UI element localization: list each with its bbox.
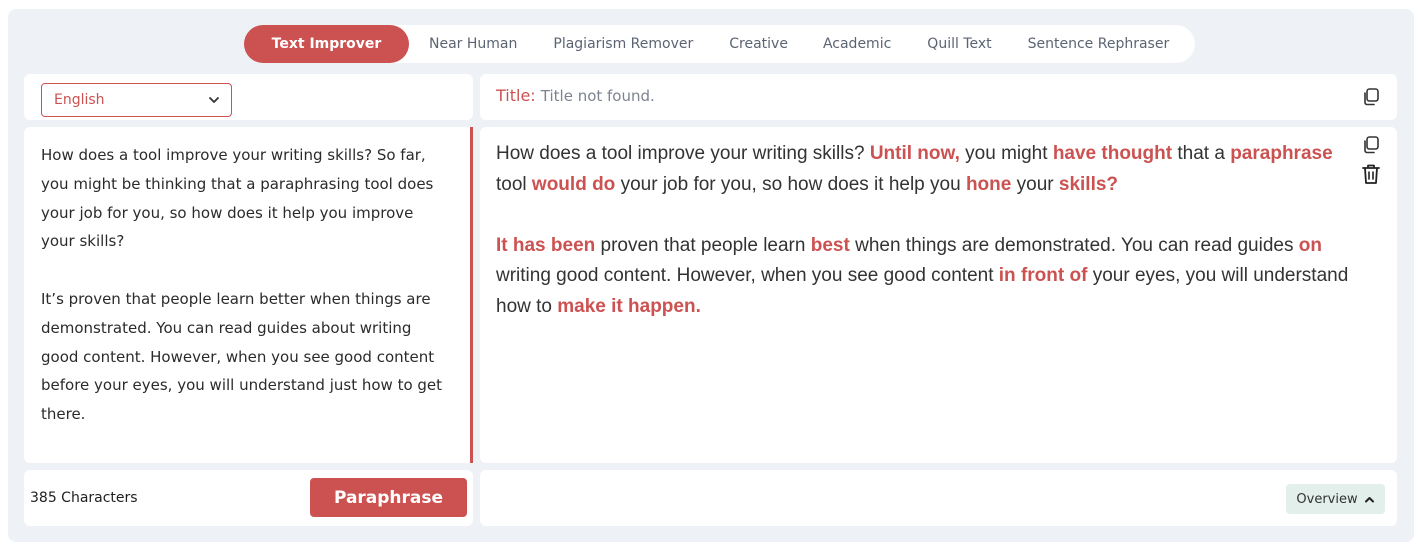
changed-phrase[interactable]: have thought xyxy=(1053,143,1172,164)
overview-button[interactable]: Overview xyxy=(1286,484,1385,514)
panel-divider xyxy=(470,127,473,463)
output-segment: when things are demonstrated. You can re… xyxy=(849,234,1299,256)
chevron-up-icon xyxy=(1364,494,1375,505)
output-segment: proven that people learn xyxy=(595,234,811,256)
output-segment: writing good content. However, when you … xyxy=(496,265,999,286)
language-select[interactable]: English xyxy=(41,83,232,117)
output-segment: your xyxy=(1011,173,1059,195)
mode-tabs: Text Improver Near Human Plagiarism Remo… xyxy=(244,25,1195,63)
tab-quill-text[interactable]: Quill Text xyxy=(927,25,991,63)
language-panel: English xyxy=(24,74,473,120)
trash-icon[interactable] xyxy=(1361,163,1381,185)
changed-phrase[interactable]: hone xyxy=(966,174,1011,195)
changed-phrase[interactable]: skills? xyxy=(1059,174,1118,195)
tab-academic[interactable]: Academic xyxy=(823,25,891,63)
output-paragraph: How does a tool improve your writing ski… xyxy=(496,139,1356,200)
output-footer: Overview xyxy=(480,470,1397,526)
tab-plagiarism-remover[interactable]: Plagiarism Remover xyxy=(553,25,693,63)
changed-phrase[interactable]: make it happen. xyxy=(557,296,701,317)
paraphraser-app: Text Improver Near Human Plagiarism Remo… xyxy=(8,9,1414,542)
input-paragraph: How does a tool improve your writing ski… xyxy=(41,146,434,251)
changed-phrase[interactable]: paraphrase xyxy=(1230,143,1332,164)
changed-phrase[interactable]: would do xyxy=(532,174,615,195)
character-count: 385 Characters xyxy=(30,490,138,506)
title-panel: Title: Title not found. xyxy=(480,74,1397,120)
language-selected-value: English xyxy=(54,92,105,108)
output-segment: you might xyxy=(959,143,1053,164)
output-panel: How does a tool improve your writing ski… xyxy=(480,127,1397,463)
changed-phrase[interactable]: It has been xyxy=(496,235,595,256)
changed-phrase[interactable]: on xyxy=(1299,235,1322,256)
title-value: Title not found. xyxy=(540,87,655,105)
changed-phrase[interactable]: best xyxy=(811,235,850,256)
output-segment: tool xyxy=(496,173,532,195)
input-textarea[interactable]: How does a tool improve your writing ski… xyxy=(41,141,451,429)
copy-icon[interactable] xyxy=(1361,135,1381,155)
output-segment: your job for you, so how does it help yo… xyxy=(615,173,966,195)
output-segment: How does a tool improve your writing ski… xyxy=(496,143,870,164)
input-paragraph: It’s proven that people learn better whe… xyxy=(41,289,443,424)
copy-icon[interactable] xyxy=(1361,87,1381,107)
output-paragraph: It has been proven that people learn bes… xyxy=(496,231,1356,323)
input-footer: 385 Characters Paraphrase xyxy=(24,470,473,526)
output-segment: that a xyxy=(1172,143,1231,164)
changed-phrase[interactable]: in front of xyxy=(999,265,1088,286)
tab-near-human[interactable]: Near Human xyxy=(429,25,517,63)
paraphrase-button[interactable]: Paraphrase xyxy=(310,478,467,517)
tab-sentence-rephraser[interactable]: Sentence Rephraser xyxy=(1028,25,1170,63)
chevron-down-icon xyxy=(207,93,221,107)
title-label: Title: xyxy=(496,86,536,105)
changed-phrase[interactable]: Until now, xyxy=(870,143,960,164)
overview-label: Overview xyxy=(1296,491,1358,507)
input-panel[interactable]: How does a tool improve your writing ski… xyxy=(24,127,473,463)
tab-creative[interactable]: Creative xyxy=(729,25,788,63)
title-line: Title: Title not found. xyxy=(496,86,655,105)
tab-text-improver[interactable]: Text Improver xyxy=(244,25,409,63)
output-text: How does a tool improve your writing ski… xyxy=(496,139,1356,322)
